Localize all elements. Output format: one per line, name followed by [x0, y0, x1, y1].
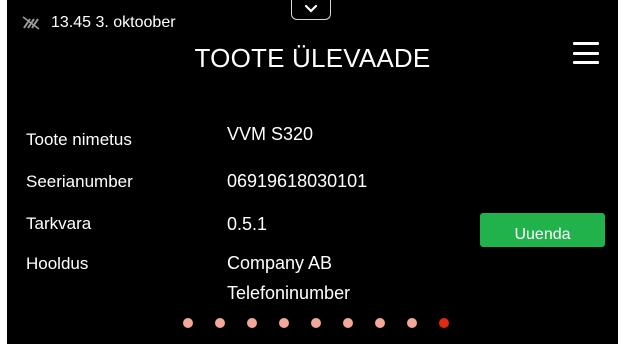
chevron-down-icon: [304, 0, 318, 18]
service-company-value: Company AB: [227, 253, 333, 273]
update-button[interactable]: Uuenda: [480, 213, 605, 247]
page-dot-2[interactable]: [215, 318, 225, 328]
menu-line: [573, 51, 599, 55]
page-dot-1[interactable]: [183, 318, 193, 328]
status-datetime: 13.45 3. oktoober: [51, 14, 176, 31]
status-bar: 13.45 3. oktoober: [21, 14, 176, 32]
menu-line: [573, 42, 599, 45]
page-dot-7[interactable]: [375, 318, 385, 328]
product-name-value: VVM S320: [227, 124, 314, 144]
page-indicator: [183, 318, 449, 328]
page-dot-4[interactable]: [279, 318, 289, 328]
display-screen: 13.45 3. oktoober TOOTE ÜLEVAADE Toote n…: [7, 0, 618, 344]
software-version-value: 0.5.1: [227, 214, 268, 234]
software-label: Tarkvara: [26, 214, 92, 233]
page-dot-9-current[interactable]: [439, 318, 449, 328]
serial-number-label: Seerianumber: [26, 172, 133, 191]
page-dot-8[interactable]: [407, 318, 417, 328]
no-connection-icon: [21, 14, 43, 32]
serial-number-value: 06919618030101: [227, 171, 368, 191]
page-dot-5[interactable]: [311, 318, 321, 328]
product-name-label: Toote nimetus: [26, 130, 132, 149]
pull-down-tab[interactable]: [291, 0, 331, 20]
hamburger-menu-icon[interactable]: [573, 42, 599, 64]
page-dot-3[interactable]: [247, 318, 257, 328]
page-dot-6[interactable]: [343, 318, 353, 328]
service-label: Hooldus: [26, 254, 89, 273]
service-phone-value: Telefoninumber: [227, 283, 351, 303]
page-title: TOOTE ÜLEVAADE: [194, 43, 431, 73]
menu-line: [573, 61, 599, 64]
